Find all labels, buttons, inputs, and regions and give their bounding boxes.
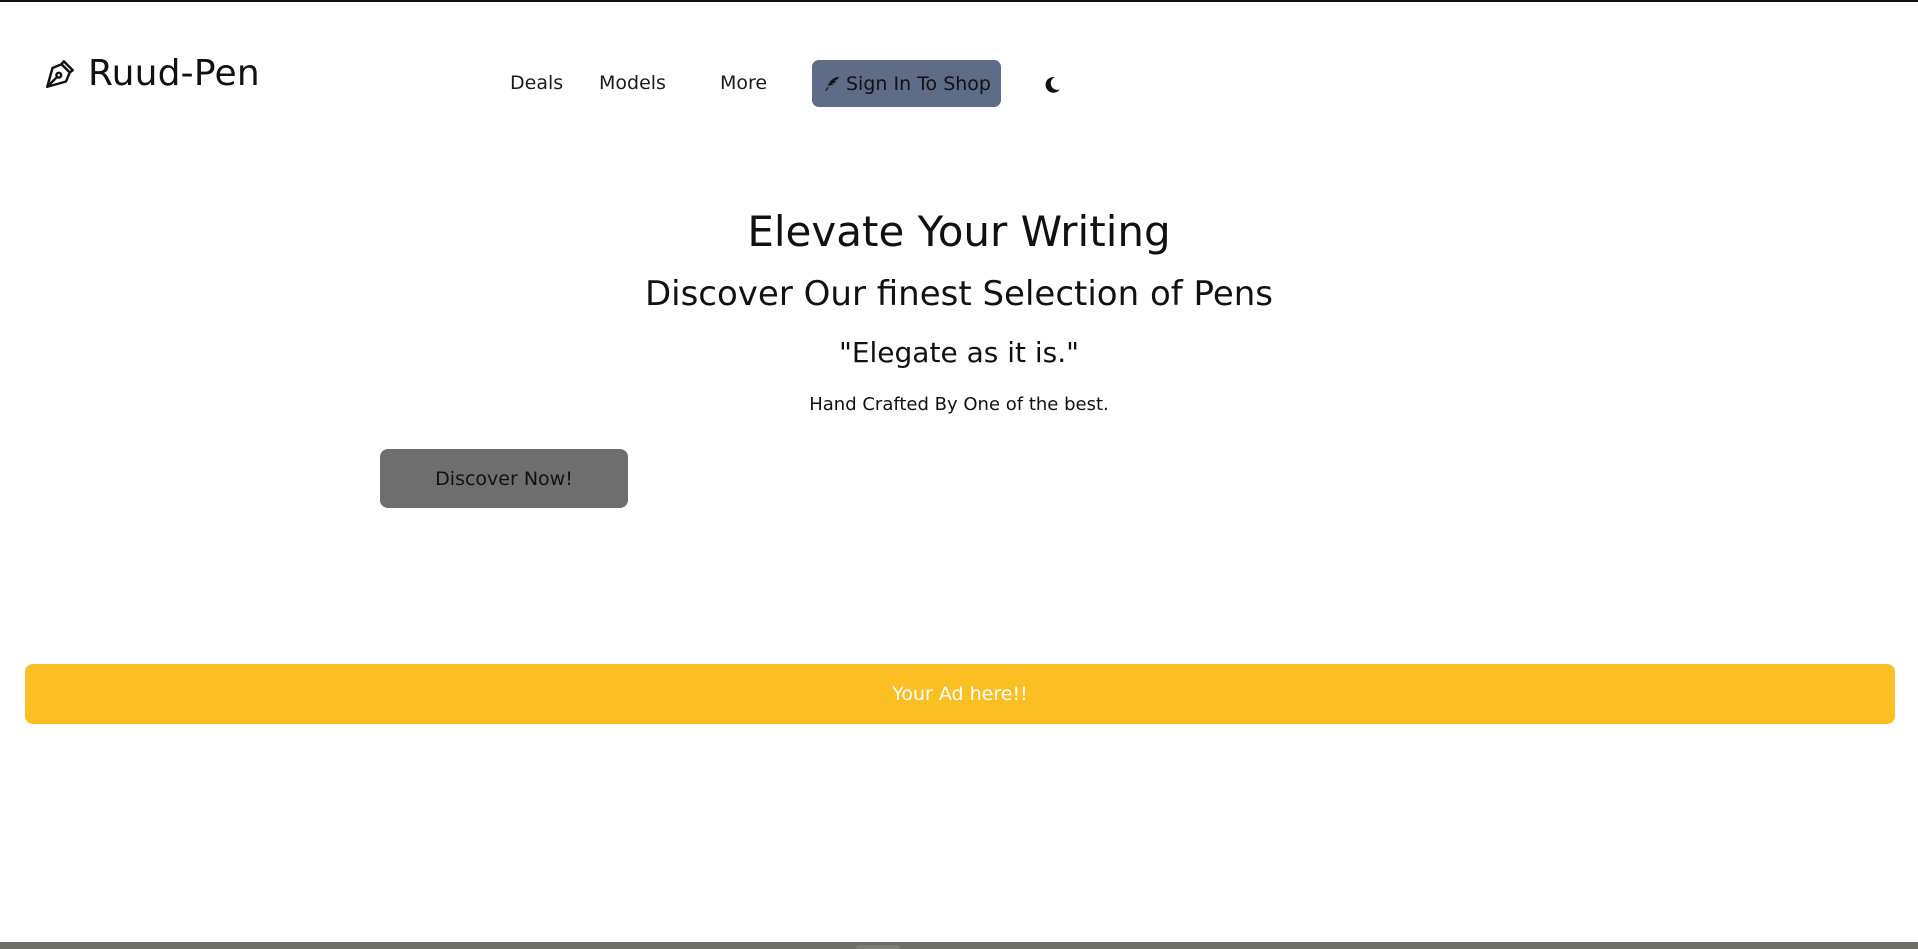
hero-subtitle: Discover Our finest Selection of Pens <box>644 274 1274 314</box>
ad-banner[interactable]: Your Ad here!! <box>25 664 1895 724</box>
sign-in-label: Sign In To Shop <box>846 72 991 95</box>
bottom-bar <box>0 942 1918 949</box>
theme-toggle-button[interactable] <box>1041 74 1065 98</box>
hero-quote: "Elegate as it is." <box>838 336 1080 369</box>
brand-logo[interactable]: Ruud-Pen <box>42 56 260 92</box>
bottom-handle[interactable] <box>856 945 900 949</box>
hero-tagline: Hand Crafted By One of the best. <box>809 394 1109 415</box>
page: Ruud-Pen Deals Models More Sign In To Sh… <box>0 0 1918 949</box>
nav-deals-link[interactable]: Deals <box>510 72 563 94</box>
sign-in-button[interactable]: Sign In To Shop <box>812 60 1001 107</box>
pen-nib-icon <box>42 56 78 92</box>
moon-icon <box>1041 74 1065 96</box>
hero-title: Elevate Your Writing <box>747 207 1171 256</box>
feather-icon <box>822 74 842 94</box>
brand-name: Ruud-Pen <box>88 53 260 94</box>
discover-now-button[interactable]: Discover Now! <box>380 449 628 508</box>
nav-models-link[interactable]: Models <box>599 72 666 94</box>
nav-more-link[interactable]: More <box>720 72 767 94</box>
